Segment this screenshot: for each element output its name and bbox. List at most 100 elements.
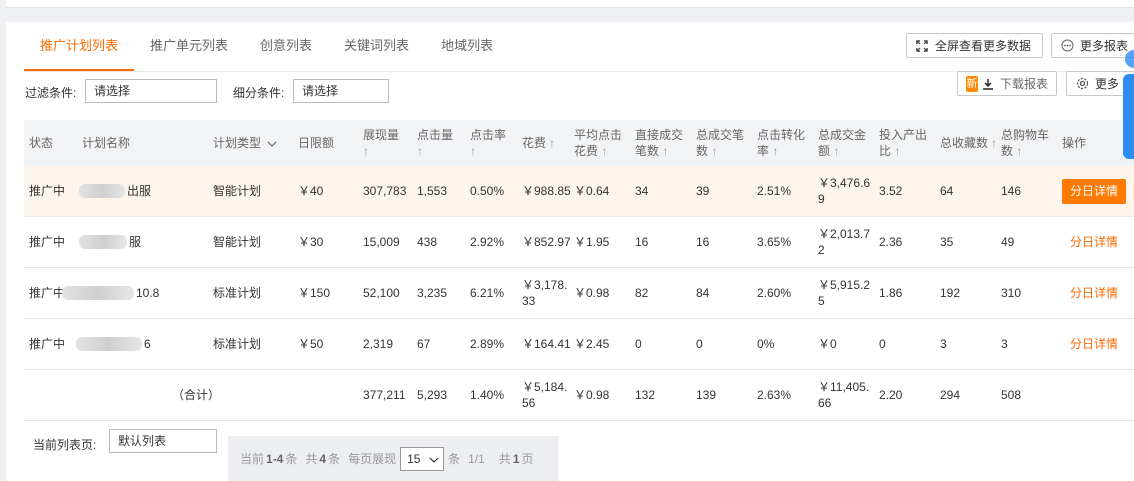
row-direct-orders: 82 (635, 286, 649, 300)
header-name: 计划名称 (82, 136, 131, 150)
total-total-orders: 139 (696, 388, 717, 402)
redacted-text (79, 184, 125, 198)
row-clicks: 438 (417, 235, 438, 249)
row-plan-type: 智能计划 (213, 235, 262, 249)
header-total-amount[interactable]: 总成交金额 ↑ (818, 120, 870, 166)
row-plan-name[interactable]: 6 (76, 319, 151, 369)
row-cart: 3 (1001, 337, 1008, 351)
row-cost: ￥852.97 (522, 235, 571, 249)
expand-icon (915, 39, 929, 53)
row-cpc: ￥2.45 (574, 337, 610, 351)
row-cpc: ￥0.98 (574, 286, 610, 300)
row-roi: 0 (879, 337, 886, 351)
tab-creative-list[interactable]: 创意列表 (244, 22, 328, 71)
header-type[interactable]: 计划类型 (213, 120, 277, 166)
sort-arrow-icon: ↑ (772, 144, 779, 158)
row-cart: 310 (1001, 286, 1022, 300)
sort-arrow-icon: ↑ (363, 144, 369, 158)
redacted-text (62, 286, 134, 300)
header-total-orders[interactable]: 总成交笔数 ↑ (696, 120, 748, 166)
tab-unit-list[interactable]: 推广单元列表 (134, 22, 244, 71)
row-cpc: ￥0.64 (574, 184, 610, 198)
sort-arrow-icon: ↑ (991, 136, 998, 150)
segment-select[interactable]: 请选择 (293, 79, 389, 103)
filter-select[interactable]: 请选择 (85, 79, 217, 103)
header-cart[interactable]: 总购物车数 ↑ (1001, 120, 1053, 166)
redacted-text (76, 337, 142, 351)
row-total-amount: ￥5,915.25 (818, 278, 871, 308)
row-total-amount: ￥2,013.72 (818, 227, 871, 257)
daily-detail-button[interactable]: 分日详情 (1070, 234, 1118, 250)
table-row: 推广中 6 标准计划 ￥50 2,319 67 2.89% ￥164.41 ￥2… (24, 319, 1134, 370)
header-cpc[interactable]: 平均点击花费 ↑ (574, 120, 626, 166)
header-favorites-label: 总收藏数 (940, 136, 989, 150)
sort-arrow-icon: ↑ (662, 144, 669, 158)
header-total-orders-label: 总成交笔数 (696, 128, 745, 158)
header-ctr[interactable]: 点击率 ↑ (470, 120, 506, 166)
more-reports-label: 更多报表 (1080, 39, 1129, 53)
chevron-down-icon (429, 452, 439, 466)
current-list-select[interactable]: 默认列表 (109, 429, 217, 453)
daily-detail-button[interactable]: 分日详情 (1062, 178, 1127, 204)
row-impressions: 307,783 (363, 184, 407, 198)
row-total-amount: ￥3,476.69 (818, 176, 871, 206)
row-impressions: 15,009 (363, 235, 400, 249)
row-status: 推广中 (29, 337, 66, 351)
row-plan-name[interactable]: 出服 (79, 166, 151, 216)
row-clicks: 67 (417, 337, 431, 351)
header-cpc-label: 平均点击花费 (574, 128, 623, 158)
header-favorites[interactable]: 总收藏数 ↑ (940, 120, 997, 166)
daily-detail-button[interactable]: 分日详情 (1070, 285, 1118, 301)
table-row: 推广中 服 智能计划 ￥30 15,009 438 2.92% ￥852.97 … (24, 217, 1134, 268)
tab-region-list[interactable]: 地域列表 (425, 22, 509, 71)
header-clicks[interactable]: 点击量 ↑ (417, 120, 453, 166)
gear-icon (1075, 77, 1089, 91)
download-label: 下载报表 (999, 77, 1048, 91)
table-row: 推广中 出服 智能计划 ￥40 307,783 1,553 0.50% ￥988… (24, 166, 1134, 217)
row-cart: 49 (1001, 235, 1015, 249)
sort-arrow-icon: ↑ (601, 144, 608, 158)
header-cost[interactable]: 花费 ↑ (522, 120, 555, 166)
row-favorites: 192 (940, 286, 961, 300)
table-total-row: （合计） 377,211 5,293 1.40% ￥5,184.56 ￥0.98… (24, 370, 1134, 421)
row-roi: 2.36 (879, 235, 903, 249)
side-widget-tab[interactable] (1123, 74, 1134, 159)
sort-arrow-icon: ↑ (1016, 144, 1023, 158)
row-ctr: 2.92% (470, 235, 505, 249)
header-cvr[interactable]: 点击转化率 ↑ (757, 120, 809, 166)
row-clicks: 1,553 (417, 184, 448, 198)
row-budget: ￥40 (298, 184, 324, 198)
more-reports-button[interactable]: 更多报表 (1051, 33, 1134, 58)
header-clicks-label: 点击量 (417, 128, 454, 142)
chevron-down-icon (267, 135, 277, 151)
tab-plan-list[interactable]: 推广计划列表 (24, 22, 135, 71)
row-cart: 146 (1001, 184, 1022, 198)
row-plan-name[interactable]: 服 (79, 217, 141, 267)
row-plan-name[interactable]: 10.8 (62, 268, 159, 318)
row-total-orders: 84 (696, 286, 710, 300)
row-cpc: ￥1.95 (574, 235, 610, 249)
total-cost: ￥5,184.56 (522, 380, 568, 410)
tab-keyword-list[interactable]: 关键词列表 (328, 22, 425, 71)
sort-arrow-icon: ↑ (894, 144, 901, 158)
total-ctr: 1.40% (470, 388, 505, 402)
row-roi: 3.52 (879, 184, 903, 198)
pager-current-suffix: 条 (285, 452, 298, 466)
pager-per-page-label: 每页展现 (348, 452, 397, 466)
fullscreen-button[interactable]: 全屏查看更多数据 (906, 33, 1043, 58)
more-label: 更多 (1095, 77, 1120, 91)
row-budget: ￥50 (298, 337, 324, 351)
daily-detail-button[interactable]: 分日详情 (1070, 336, 1118, 352)
header-direct-orders[interactable]: 直接成交笔数 ↑ (635, 120, 687, 166)
download-report-button[interactable]: 新 下载报表 (957, 71, 1057, 96)
new-badge: 新 (966, 75, 978, 92)
table-row: 推广中 10.8 标准计划 ￥150 52,100 3,235 6.21% ￥3… (24, 268, 1134, 319)
total-cpc: ￥0.98 (574, 388, 610, 402)
row-cvr: 2.51% (757, 184, 792, 198)
row-total-orders: 16 (696, 235, 710, 249)
pager-total-suffix: 条 (328, 452, 341, 466)
header-roi[interactable]: 投入产出比 ↑ (879, 120, 931, 166)
header-direct-orders-label: 直接成交笔数 (635, 128, 684, 158)
page-size-select[interactable]: 15 (400, 446, 445, 471)
header-impressions[interactable]: 展现量 ↑ (363, 120, 399, 166)
